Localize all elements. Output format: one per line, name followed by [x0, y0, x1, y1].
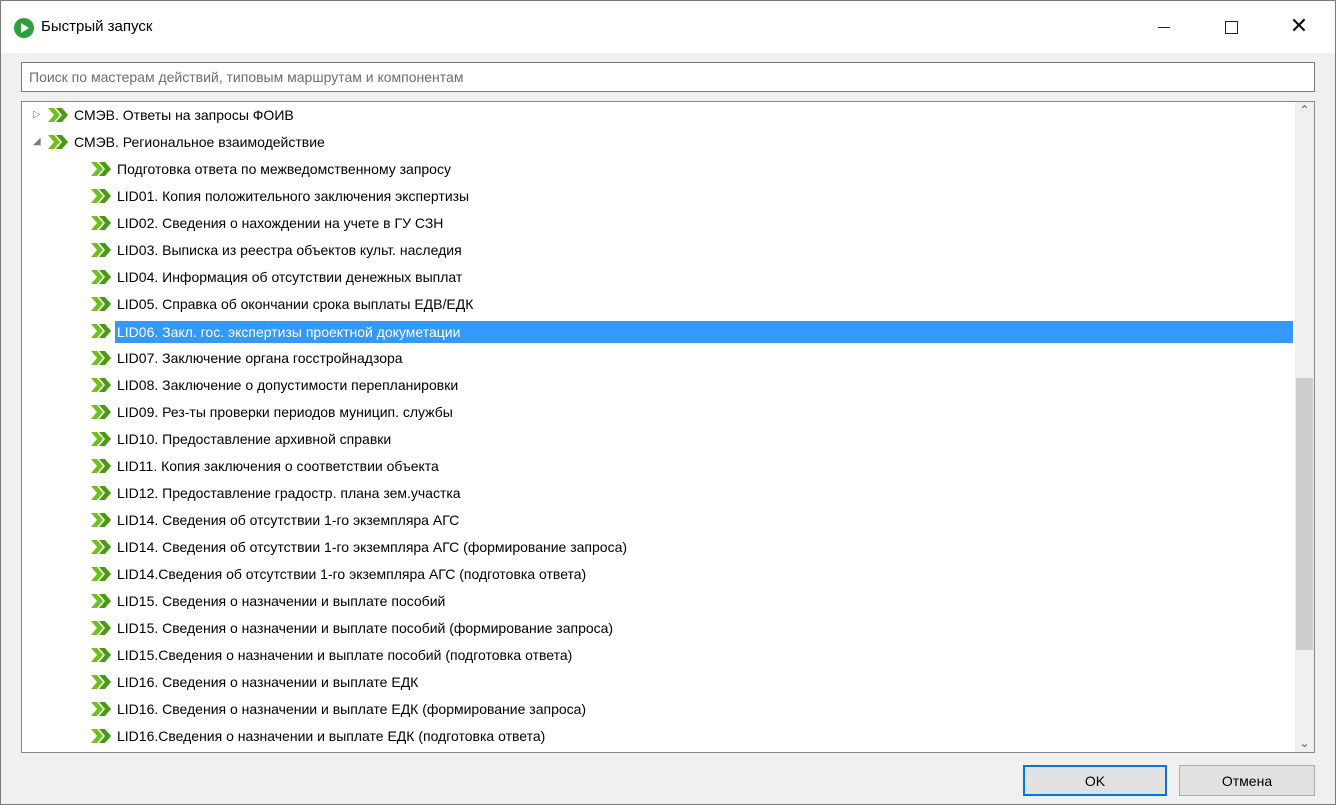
- tree-item-label: LID03. Выписка из реестра объектов культ…: [117, 242, 462, 258]
- tree-item-label: LID06. Закл. гос. экспертизы проектной д…: [115, 321, 1293, 343]
- double-chevron-icon: [90, 295, 112, 313]
- double-chevron-icon: [90, 700, 112, 718]
- double-chevron-icon: [90, 241, 112, 259]
- tree-item-label: LID01. Копия положительного заключения э…: [117, 188, 470, 204]
- tree-item-label: LID15.Сведения о назначении и выплате по…: [117, 647, 573, 663]
- double-chevron-icon: [90, 619, 112, 637]
- tree-item-label: LID14. Сведения об отсутствии 1-го экзем…: [117, 512, 460, 528]
- tree-item[interactable]: LID12. Предоставление градостр. плана зе…: [22, 480, 1295, 507]
- tree-item[interactable]: LID14.Сведения об отсутствии 1-го экземп…: [22, 561, 1295, 588]
- tree-item-label: LID11. Копия заключения о соответствии о…: [117, 458, 439, 474]
- cancel-button[interactable]: Отмена: [1179, 765, 1315, 796]
- double-chevron-icon: [90, 430, 112, 448]
- tree-item-label: LID12. Предоставление градостр. плана зе…: [117, 485, 461, 501]
- search-input[interactable]: [21, 62, 1315, 92]
- tree-item[interactable]: LID02. Сведения о нахождении на учете в …: [22, 210, 1295, 237]
- double-chevron-icon: [90, 376, 112, 394]
- tree-item[interactable]: LID16.Сведения о назначении и выплате ЕД…: [22, 723, 1295, 750]
- tree-item[interactable]: LID10. Предоставление архивной справки: [22, 426, 1295, 453]
- tree-item[interactable]: LID16. Сведения о назначении и выплате Е…: [22, 696, 1295, 723]
- tree-item[interactable]: Подготовка ответа по межведомственному з…: [22, 156, 1295, 183]
- minimize-button[interactable]: [1134, 1, 1194, 53]
- tree-item[interactable]: LID14. Сведения об отсутствии 1-го экзем…: [22, 507, 1295, 534]
- double-chevron-icon: [90, 268, 112, 286]
- collapsed-arrow-icon[interactable]: ▷: [33, 110, 43, 120]
- double-chevron-icon: [47, 133, 69, 151]
- title-bar[interactable]: Быстрый запуск ✕: [1, 1, 1335, 53]
- tree-item-label: LID16. Сведения о назначении и выплате Е…: [117, 701, 587, 717]
- tree-item-label: LID09. Рез-ты проверки периодов муницип.…: [117, 404, 453, 420]
- tree-item[interactable]: [22, 750, 1295, 752]
- scrollbar-thumb[interactable]: [1296, 378, 1313, 650]
- tree-item-label: LID14.Сведения об отсутствии 1-го экземп…: [117, 566, 587, 582]
- tree-item-label: LID15. Сведения о назначении и выплате п…: [117, 593, 446, 609]
- tree-item[interactable]: LID05. Справка об окончании срока выплат…: [22, 291, 1295, 318]
- tree-item[interactable]: LID01. Копия положительного заключения э…: [22, 183, 1295, 210]
- tree-item-label: LID02. Сведения о нахождении на учете в …: [117, 215, 444, 231]
- close-icon: ✕: [1289, 14, 1309, 39]
- ok-button[interactable]: OK: [1023, 765, 1167, 796]
- double-chevron-icon: [90, 187, 112, 205]
- tree-viewport: ▷ СМЭВ. Ответы на запросы ФОИВ ◢ СМЭВ. Реги…: [22, 102, 1295, 752]
- tree-item[interactable]: LID06. Закл. гос. экспертизы проектной д…: [22, 318, 1295, 345]
- tree-item-label: LID16. Сведения о назначении и выплате Е…: [117, 674, 419, 690]
- play-circle-icon: [14, 18, 34, 38]
- tree-item[interactable]: LID16. Сведения о назначении и выплате Е…: [22, 669, 1295, 696]
- tree-item-label: LID05. Справка об окончании срока выплат…: [117, 296, 474, 312]
- double-chevron-icon: [90, 484, 112, 502]
- close-button[interactable]: ✕: [1269, 1, 1329, 53]
- double-chevron-icon: [90, 160, 112, 178]
- tree-item-label: LID10. Предоставление архивной справки: [117, 431, 392, 447]
- tree-item[interactable]: LID14. Сведения об отсутствии 1-го экзем…: [22, 534, 1295, 561]
- double-chevron-icon: [47, 106, 69, 124]
- double-chevron-icon: [90, 565, 112, 583]
- tree-item-label: LID08. Заключение о допустимости перепла…: [117, 377, 459, 393]
- tree-item[interactable]: LID15.Сведения о назначении и выплате по…: [22, 642, 1295, 669]
- tree-item[interactable]: LID07. Заключение органа госстройнадзора: [22, 345, 1295, 372]
- tree-item-label: LID04. Информация об отсутствии денежных…: [117, 269, 463, 285]
- maximize-icon: [1224, 20, 1238, 34]
- tree-item[interactable]: LID08. Заключение о допустимости перепла…: [22, 372, 1295, 399]
- tree-group[interactable]: ▷ СМЭВ. Ответы на запросы ФОИВ: [22, 102, 1295, 129]
- vertical-scrollbar[interactable]: ⌃ ⌄: [1295, 102, 1314, 752]
- quick-launch-window: Быстрый запуск ✕ ▷ СМЭВ. Ответы на запрос…: [0, 0, 1336, 805]
- minimize-icon: [1158, 26, 1170, 28]
- tree-item-label: СМЭВ. Ответы на запросы ФОИВ: [74, 107, 294, 123]
- double-chevron-icon: [90, 403, 112, 421]
- tree-item[interactable]: LID11. Копия заключения о соответствии о…: [22, 453, 1295, 480]
- maximize-button[interactable]: [1201, 1, 1261, 53]
- tree-item-label: Подготовка ответа по межведомственному з…: [117, 161, 451, 177]
- tree-item[interactable]: LID15. Сведения о назначении и выплате п…: [22, 615, 1295, 642]
- double-chevron-icon: [90, 592, 112, 610]
- wizard-tree: ▷ СМЭВ. Ответы на запросы ФОИВ ◢ СМЭВ. Реги…: [21, 101, 1315, 753]
- double-chevron-icon: [90, 646, 112, 664]
- double-chevron-icon: [90, 673, 112, 691]
- double-chevron-icon: [90, 727, 112, 745]
- tree-item[interactable]: LID09. Рез-ты проверки периодов муницип.…: [22, 399, 1295, 426]
- double-chevron-icon: [90, 511, 112, 529]
- tree-group[interactable]: ◢ СМЭВ. Региональное взаимодействие: [22, 129, 1295, 156]
- double-chevron-icon: [90, 457, 112, 475]
- tree-item-label: LID14. Сведения об отсутствии 1-го экзем…: [117, 539, 628, 555]
- tree-item-label: LID15. Сведения о назначении и выплате п…: [117, 620, 614, 636]
- tree-item[interactable]: LID04. Информация об отсутствии денежных…: [22, 264, 1295, 291]
- expanded-arrow-icon[interactable]: ◢: [33, 137, 43, 147]
- scroll-down-icon[interactable]: ⌄: [1295, 735, 1314, 752]
- double-chevron-icon: [90, 349, 112, 367]
- tree-item-label: LID16.Сведения о назначении и выплате ЕД…: [117, 728, 546, 744]
- scroll-up-icon[interactable]: ⌃: [1295, 102, 1314, 119]
- tree-item[interactable]: LID15. Сведения о назначении и выплате п…: [22, 588, 1295, 615]
- window-title: Быстрый запуск: [41, 18, 153, 35]
- tree-item[interactable]: LID03. Выписка из реестра объектов культ…: [22, 237, 1295, 264]
- double-chevron-icon: [90, 538, 112, 556]
- double-chevron-icon: [90, 322, 112, 340]
- tree-item-label: LID07. Заключение органа госстройнадзора: [117, 350, 403, 366]
- double-chevron-icon: [90, 214, 112, 232]
- tree-item-label: СМЭВ. Региональное взаимодействие: [74, 134, 325, 150]
